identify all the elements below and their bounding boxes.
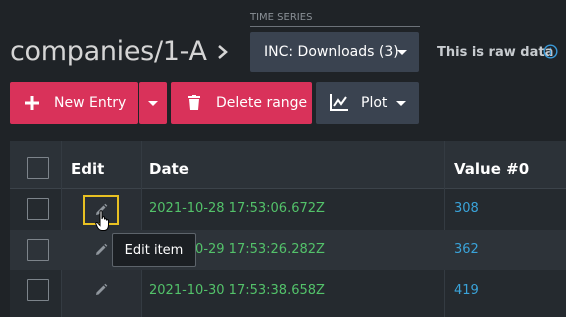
time-series-selected-label: INC: Downloads (3): [264, 44, 399, 60]
column-header-value: Value #0: [454, 160, 530, 178]
info-icon[interactable]: [543, 44, 558, 59]
row-checkbox[interactable]: [27, 198, 49, 220]
value-cell[interactable]: 362: [454, 242, 479, 257]
raw-data-label: This is raw data: [437, 45, 554, 60]
new-entry-label: New Entry: [54, 95, 127, 111]
column-header-date: Date: [149, 160, 189, 178]
column-header-edit: Edit: [71, 160, 105, 178]
edit-tooltip: Edit item: [112, 233, 196, 267]
hand-cursor-icon: [95, 210, 109, 231]
row-checkbox[interactable]: [27, 279, 49, 301]
chevron-down-icon: [148, 101, 158, 106]
delete-range-label: Delete range: [216, 95, 308, 111]
chevron-down-icon: [397, 50, 407, 55]
plot-button[interactable]: Plot: [316, 82, 419, 124]
new-entry-button[interactable]: New Entry: [10, 82, 138, 124]
chevron-right-icon: [218, 45, 228, 59]
value-cell[interactable]: 308: [454, 201, 479, 216]
new-entry-dropdown-button[interactable]: [139, 82, 167, 124]
edit-button[interactable]: [85, 277, 117, 303]
pencil-icon: [96, 243, 108, 255]
pencil-icon: [96, 283, 108, 295]
row-checkbox[interactable]: [27, 239, 49, 261]
plot-label: Plot: [361, 95, 388, 111]
table-row: 2021-10-28 17:53:06.672Z 308: [10, 189, 566, 229]
time-series-caption: TIME SERIES: [250, 12, 313, 23]
table-row: 2021-10-29 17:53:26.282Z 362: [10, 230, 566, 270]
trash-icon: [188, 95, 200, 110]
line-chart-icon: [330, 94, 348, 111]
plus-icon: [25, 96, 39, 110]
date-cell: 2021-10-28 17:53:06.672Z: [149, 201, 325, 216]
select-all-checkbox[interactable]: [27, 157, 49, 179]
page-title: companies/1-A: [10, 36, 207, 67]
value-cell[interactable]: 419: [454, 283, 479, 298]
time-series-divider: [250, 26, 420, 27]
delete-range-button[interactable]: Delete range: [171, 82, 312, 124]
time-series-dropdown[interactable]: INC: Downloads (3): [250, 32, 419, 72]
table-row: 2021-10-30 17:53:38.658Z 419: [10, 270, 566, 310]
chevron-down-icon: [396, 101, 406, 106]
table-header: Edit Date Value #0: [10, 141, 566, 189]
time-series-table: Edit Date Value #0 2021-10-28 17:53:06.6…: [10, 141, 566, 317]
date-cell: 2021-10-30 17:53:38.658Z: [149, 283, 325, 298]
